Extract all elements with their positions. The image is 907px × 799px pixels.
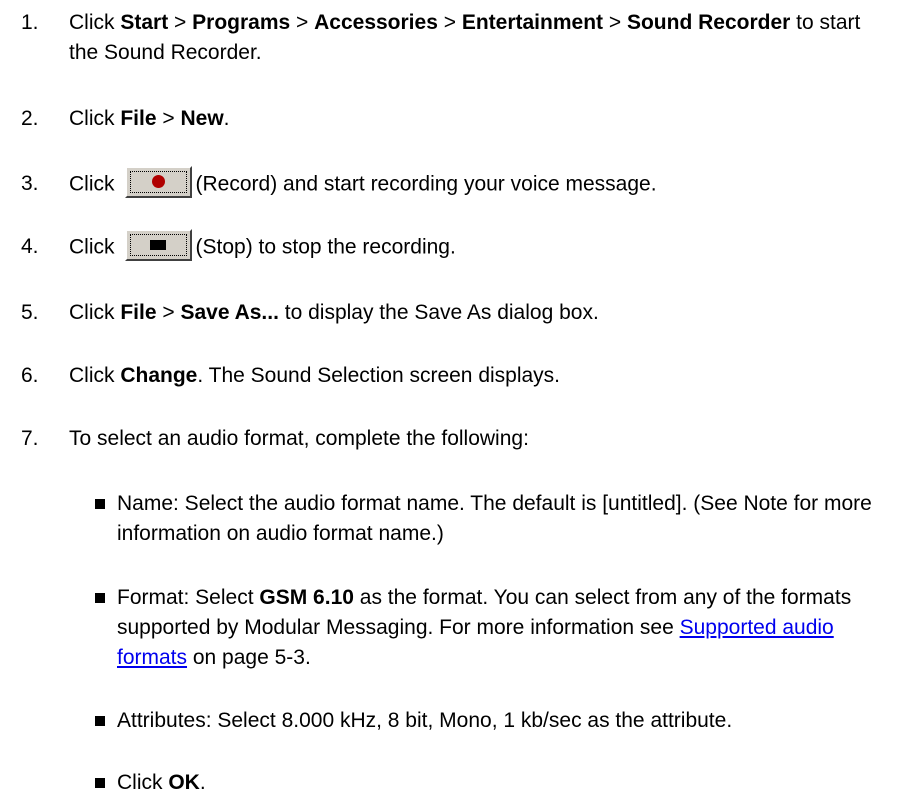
bullet-square-icon <box>95 499 105 509</box>
record-dot-icon <box>151 175 165 188</box>
stop-button-icon <box>124 229 192 261</box>
bullet-text: Attributes: Select 8.000 kHz, 8 bit, Mon… <box>117 709 733 732</box>
step-number: 7. <box>21 427 39 450</box>
menu-save-as: Save As... <box>180 301 279 324</box>
bullet-text: Name: Select the audio format name. The … <box>117 492 872 545</box>
format-gsm: GSM 6.10 <box>259 586 354 609</box>
menu-sound-recorder: Sound Recorder <box>626 11 791 34</box>
menu-file: File <box>120 301 157 324</box>
step-number: 6. <box>21 364 39 387</box>
record-button-icon <box>124 166 192 198</box>
button-ok: OK <box>168 771 200 794</box>
menu-file: File <box>120 107 157 130</box>
step-text: Click (Stop) to stop the recording. <box>69 229 889 264</box>
menu-new: New <box>180 107 224 130</box>
step-number: 1. <box>21 11 39 34</box>
step-text: Click File > New. <box>69 107 230 130</box>
bullet-square-icon <box>95 716 105 726</box>
step-text: Click Start > Programs > Accessories > E… <box>69 11 861 64</box>
step-number: 2. <box>21 107 39 130</box>
step-number: 4. <box>21 235 39 258</box>
step-text: Click (Record) and start recording your v… <box>69 166 889 201</box>
bullet-text: Format: Select GSM 6.10 as the format. Y… <box>117 586 852 669</box>
bullet-text: Click OK. <box>117 771 206 794</box>
step-number: 3. <box>21 172 39 195</box>
step-text: To select an audio format, complete the … <box>69 427 529 450</box>
step-text: Click Change. The Sound Selection screen… <box>69 364 561 387</box>
button-change: Change <box>120 364 198 387</box>
bullet-square-icon <box>95 593 105 603</box>
step-number: 5. <box>21 301 39 324</box>
menu-start: Start <box>120 11 169 34</box>
menu-accessories: Accessories <box>314 11 438 34</box>
menu-entertainment: Entertainment <box>461 11 604 34</box>
menu-programs: Programs <box>192 11 291 34</box>
bullet-square-icon <box>95 778 105 788</box>
step-text: Click File > Save As... to display the S… <box>69 301 599 324</box>
stop-square-icon <box>150 240 166 250</box>
